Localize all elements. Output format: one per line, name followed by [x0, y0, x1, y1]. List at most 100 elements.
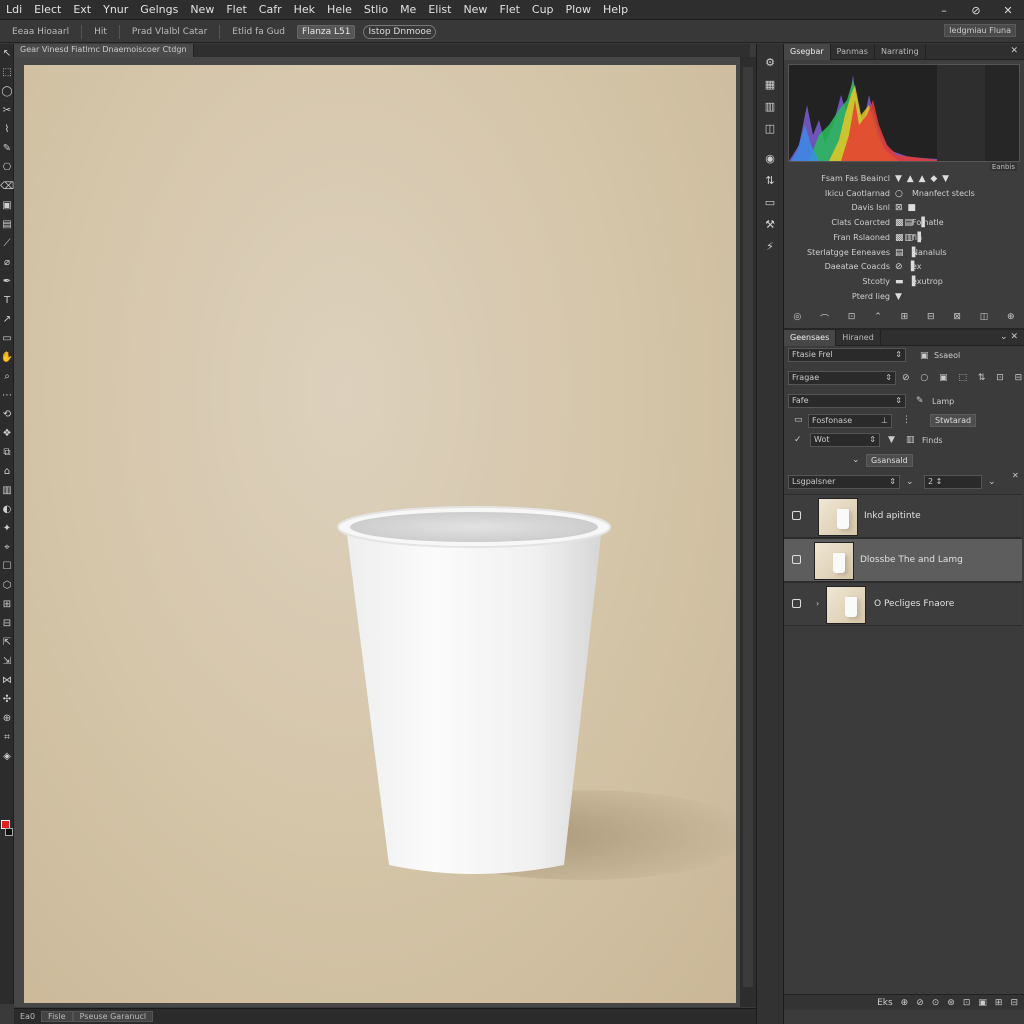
tool-icon[interactable]: ⬡ [0, 576, 14, 595]
tab-layers[interactable]: Geensaes [784, 329, 837, 346]
blend-mode-select[interactable]: Fragae ⇕ [788, 371, 896, 385]
menu-item[interactable]: Cup [526, 3, 560, 16]
property-tool-icon[interactable]: ⌒ [820, 312, 829, 326]
panel-menu-icon[interactable]: ⌄ ✕ [1000, 332, 1018, 342]
tab-panmas[interactable]: Panmas [831, 43, 875, 60]
menu-item[interactable]: Me [394, 3, 422, 16]
menu-item[interactable]: Ext [67, 3, 97, 16]
tool-icon[interactable]: ◯ [0, 82, 14, 101]
tool-icon[interactable]: ↖ [0, 44, 14, 63]
layer-action-icon[interactable]: ⊛ [947, 998, 955, 1008]
tool-icon[interactable]: ⎔ [0, 158, 14, 177]
tool-icon[interactable]: ⟲ [0, 405, 14, 424]
workspace-switcher[interactable]: Iedgmiau Fluna [944, 24, 1016, 37]
tool-icon[interactable]: ⧉ [0, 443, 14, 462]
link-icon[interactable]: ⋮ [902, 415, 911, 425]
tool-icon[interactable]: ⊟ [0, 614, 14, 633]
tool-icon[interactable]: ✦ [0, 519, 14, 538]
property-tool-icon[interactable]: ⊡ [848, 312, 856, 326]
background-color-swatch[interactable] [5, 828, 13, 836]
check-icon[interactable]: ✓ [794, 435, 802, 445]
tool-icon[interactable]: ▭ [0, 329, 14, 348]
property-value[interactable]: Folhatle [912, 218, 944, 227]
menu-item[interactable]: Plow [560, 3, 597, 16]
layer-item[interactable]: › O Pecliges Fnaore [784, 582, 1022, 626]
chevron-down-icon[interactable]: ⌄ [852, 455, 860, 465]
tool-icon[interactable]: ◐ [0, 500, 14, 519]
visibility-icon[interactable] [792, 555, 801, 564]
filter-icon[interactable]: ▣ [920, 351, 929, 361]
property-tool-icon[interactable]: ⊕ [1007, 312, 1015, 326]
property-value[interactable]: ex [912, 262, 922, 271]
property-tool-icon[interactable]: ◎ [793, 312, 801, 326]
menu-item[interactable]: Hek [288, 3, 321, 16]
menu-item[interactable]: Ldi [0, 3, 28, 16]
tool-icon[interactable]: ☐ [0, 557, 14, 576]
option-tool-preset[interactable]: Eeaa Hioaarl [8, 26, 73, 38]
menu-item[interactable]: Cafr [253, 3, 288, 16]
group-button[interactable]: Gsansald [866, 454, 913, 467]
tool-icon[interactable]: ⌖ [0, 538, 14, 557]
layer-action-icon[interactable]: ⊞ [995, 998, 1003, 1008]
property-tool-icon[interactable]: ◫ [980, 312, 989, 326]
close-icon[interactable]: ✕ [1012, 471, 1019, 480]
menu-item[interactable]: Elect [28, 3, 67, 16]
link-layers-label[interactable]: Eks [877, 998, 893, 1008]
property-tool-icon[interactable]: ⌃ [874, 312, 882, 326]
layer-action-icon[interactable]: ⊘ [916, 998, 924, 1008]
property-value[interactable]: exutrop [912, 277, 943, 286]
document-tab[interactable]: Gear Vinesd Fiatlmc Dnaemoiscoer Ctdgn [14, 44, 194, 57]
menu-item[interactable]: Elist [422, 3, 457, 16]
property-icons[interactable]: ▼ ▲ ▲ ◆ ▼ [895, 174, 950, 184]
tool-icon[interactable]: ⇱ [0, 633, 14, 652]
tool-icon[interactable]: T [0, 291, 14, 310]
zoom-level[interactable]: Ea0 [14, 1012, 41, 1021]
tool-icon[interactable]: ⋯ [0, 386, 14, 405]
menu-item[interactable]: New [457, 3, 493, 16]
menu-item[interactable]: Flet [220, 3, 252, 16]
layer-action-icon[interactable]: ⊕ [901, 998, 909, 1008]
layer-action-icon[interactable]: ▣ [978, 998, 987, 1008]
color-swatches[interactable] [1, 820, 13, 844]
tool-icon[interactable]: ⋈ [0, 671, 14, 690]
tool-icon[interactable]: ⊞ [0, 595, 14, 614]
tool-icon[interactable]: ◈ [0, 747, 14, 766]
layer-filter-icons[interactable]: ⊘ ○ ▣ ⬚ ⇅ ⊡ ⊟ [902, 373, 1024, 383]
tool-icon[interactable]: ✎ [0, 139, 14, 158]
property-tool-icon[interactable]: ⊟ [927, 312, 935, 326]
menu-item[interactable]: Flet [493, 3, 525, 16]
vertical-scrollbar[interactable] [740, 57, 756, 1007]
panel-toggle-icon[interactable]: ▦ [757, 74, 783, 94]
option-selected-button[interactable]: Flanza L51 [297, 24, 356, 39]
standard-button[interactable]: Stwtarad [930, 414, 977, 427]
tool-icon[interactable]: ⌫ [0, 177, 14, 196]
layer-name[interactable]: O Pecliges Fnaore [874, 599, 954, 609]
tool-icon[interactable]: ⌂ [0, 462, 14, 481]
tab-histogram[interactable]: Gsegbar [784, 43, 831, 60]
property-icons[interactable]: ⊠ ■ [895, 203, 917, 213]
width-field[interactable]: Wot ⇕ [810, 433, 880, 447]
tool-icon[interactable]: ⌇ [0, 120, 14, 139]
layer-action-icon[interactable]: ⊟ [1010, 998, 1018, 1008]
option-edit[interactable]: Etlid fa Gud [228, 26, 289, 38]
layer-stepper[interactable]: 2 ↕ [924, 475, 982, 489]
chevron-down-icon[interactable]: ⌄ [906, 477, 914, 487]
tool-icon[interactable]: ⊕ [0, 709, 14, 728]
tool-icon[interactable]: ✣ [0, 690, 14, 709]
tool-icon[interactable]: ✋ [0, 348, 14, 367]
menu-item[interactable]: Ynur [97, 3, 134, 16]
panel-toggle-icon[interactable]: ⚙ [757, 52, 783, 72]
layer-name[interactable]: Inkd apitinte [864, 511, 921, 521]
layer-action-icon[interactable]: ⊙ [932, 998, 940, 1008]
chevron-down-icon[interactable]: ⌄ [988, 477, 996, 487]
minimize-icon[interactable]: – [928, 0, 960, 20]
chevron-right-icon[interactable]: › [816, 599, 819, 608]
option-sample[interactable]: Prad Vlalbl Catar [128, 26, 211, 38]
tool-icon[interactable]: ⇲ [0, 652, 14, 671]
columns-icon[interactable]: ▥ [906, 435, 915, 445]
panel-toggle-icon[interactable]: ▭ [757, 192, 783, 212]
folder-icon[interactable]: ▭ [794, 415, 803, 425]
close-icon[interactable]: ✕ [1010, 46, 1018, 56]
tool-icon[interactable]: ❖ [0, 424, 14, 443]
close-icon[interactable]: ✕ [992, 0, 1024, 20]
